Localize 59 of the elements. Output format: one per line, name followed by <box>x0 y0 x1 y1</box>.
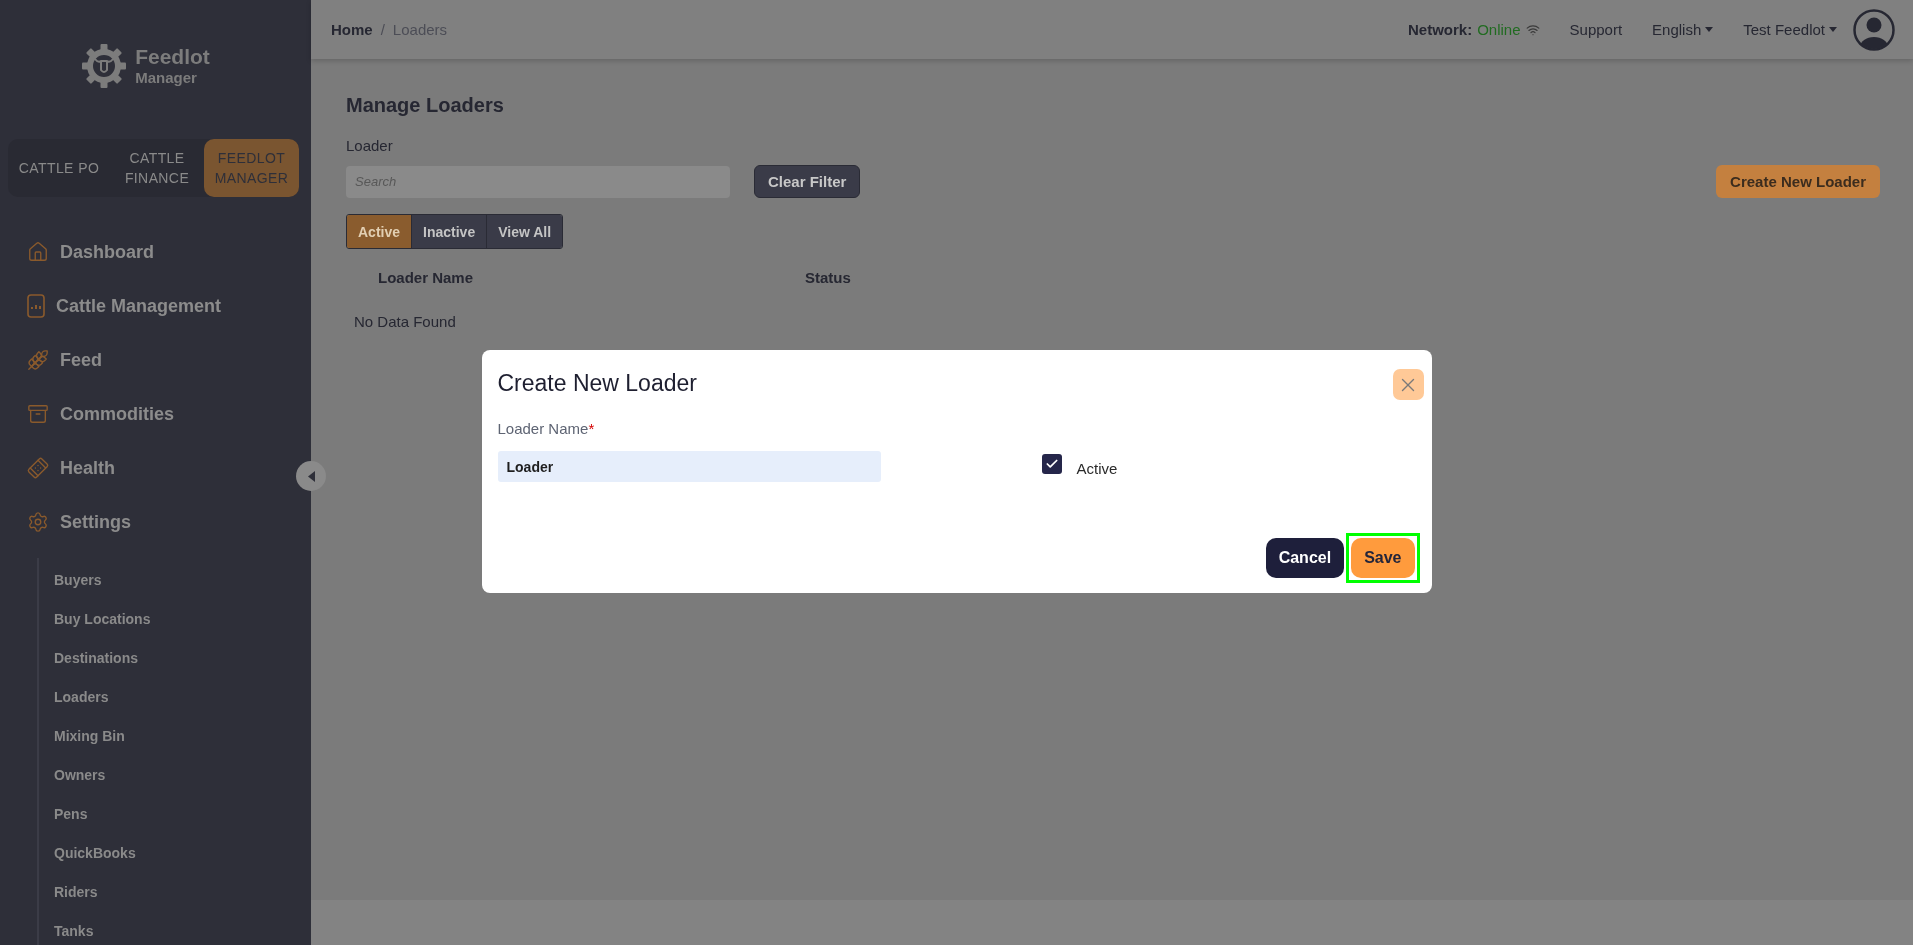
submenu-item[interactable]: Mixing Bin <box>54 716 125 755</box>
header-link[interactable]: Support <box>1569 21 1623 38</box>
submenu-item[interactable]: Owners <box>54 755 106 794</box>
nav-item[interactable]: Commodities <box>27 387 180 441</box>
settings-icon <box>27 511 49 533</box>
logo-subtitle: Manager <box>135 69 198 87</box>
app-tab[interactable]: CATTLE FINANCE <box>110 139 204 197</box>
column-header: Status <box>805 268 851 286</box>
check-icon <box>1044 457 1059 471</box>
checkbox-label: Active <box>1076 460 1118 477</box>
submenu-item[interactable]: Buy Locations <box>54 599 151 638</box>
submenu-item[interactable]: Pens <box>54 794 88 833</box>
network-status: Online <box>1477 21 1521 38</box>
nav-item[interactable]: Settings <box>27 495 137 549</box>
tablet-chart-icon <box>27 294 45 318</box>
checkbox[interactable] <box>1041 454 1062 474</box>
nav-item[interactable]: Cattle Management <box>27 279 228 333</box>
dropdown-toggle[interactable]: English <box>1652 21 1714 38</box>
submenu-item[interactable]: Destinations <box>54 638 138 677</box>
nav-item[interactable]: Feed <box>27 333 108 387</box>
submenu-item[interactable]: Tanks <box>54 911 94 945</box>
page-title: Manage Loaders <box>346 93 504 117</box>
status-tab[interactable]: View All <box>487 215 563 248</box>
submenu-item[interactable]: Riders <box>54 872 98 911</box>
loader-name-input[interactable]: Loader <box>497 451 881 482</box>
logo-title: Feedlot <box>135 45 210 69</box>
nav-item[interactable]: Dashboard <box>27 225 161 279</box>
network-label: Network: <box>1408 21 1473 38</box>
submenu-item[interactable]: QuickBooks <box>54 833 136 872</box>
submenu-item[interactable]: Loaders <box>54 677 109 716</box>
archive-box-icon <box>27 403 49 425</box>
close-button[interactable] <box>1392 369 1424 400</box>
filter-label: Loader <box>346 137 393 155</box>
cancel-button[interactable]: Cancel <box>1265 538 1345 578</box>
nav-item[interactable]: Health <box>27 441 121 495</box>
caret-left-icon <box>307 470 315 482</box>
field-label: Loader Name* <box>497 420 595 438</box>
app-tab[interactable]: CATTLE PO <box>8 139 110 197</box>
save-button[interactable]: Save <box>1351 538 1415 578</box>
user-avatar-icon[interactable] <box>1853 8 1895 51</box>
status-tab[interactable]: Active <box>347 215 413 248</box>
empty-message: No Data Found <box>354 313 456 330</box>
submenu-item[interactable]: Buyers <box>54 560 102 599</box>
caret-down-icon <box>1705 27 1714 32</box>
home-icon <box>27 241 49 263</box>
breadcrumb-link[interactable]: Home <box>331 21 373 38</box>
modal-title: Create New Loader <box>497 369 697 397</box>
gear-logo-icon <box>81 43 128 89</box>
dropdown-toggle[interactable]: Test Feedlot <box>1743 21 1837 38</box>
caret-down-icon <box>1829 27 1837 32</box>
column-header: Loader Name <box>378 268 474 286</box>
collapse-sidebar-button[interactable] <box>296 461 326 491</box>
wheat-icon <box>27 349 49 371</box>
create-button[interactable]: Create New Loader <box>1716 165 1880 198</box>
breadcrumb-separator: / <box>380 21 385 38</box>
wifi-icon <box>1525 22 1540 37</box>
status-tab[interactable]: Inactive <box>412 215 488 248</box>
clear-filter-button[interactable]: Clear Filter <box>754 165 861 198</box>
app-tab[interactable]: FEEDLOT MANAGER <box>204 139 299 197</box>
